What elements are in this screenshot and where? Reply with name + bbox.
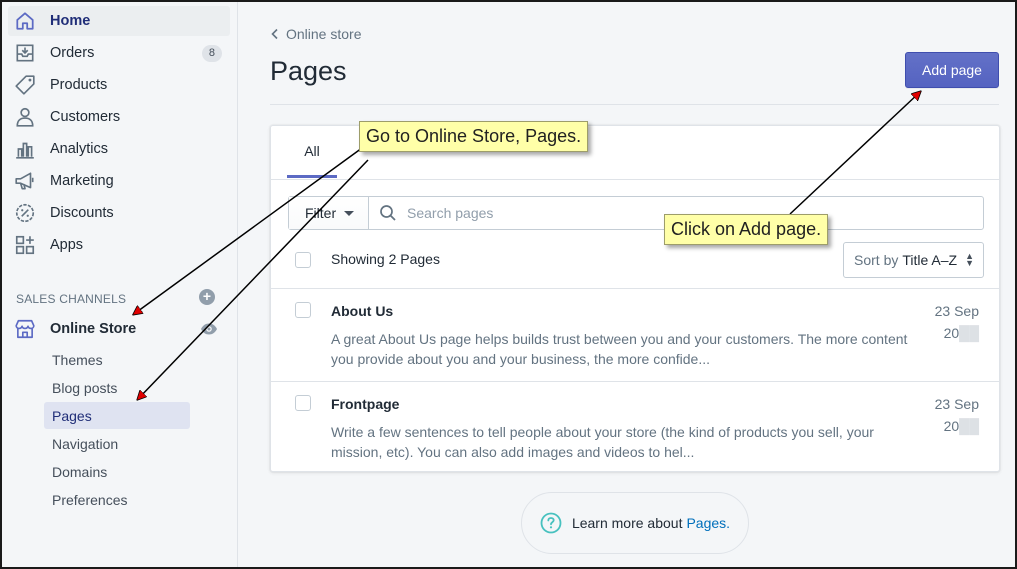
caret-down-icon — [344, 210, 355, 216]
sidebar-subitem-blog-posts[interactable]: Blog posts — [44, 374, 190, 401]
sidebar-item-apps[interactable]: Apps — [8, 230, 230, 260]
sidebar-item-discounts[interactable]: Discounts — [8, 198, 230, 228]
learn-more-pill: Learn more about Pages. — [521, 492, 749, 554]
sidebar-subitem-navigation[interactable]: Navigation — [44, 430, 190, 457]
bar-chart-icon — [14, 138, 36, 160]
view-store-eye-icon[interactable] — [200, 322, 218, 336]
sidebar-item-orders[interactable]: Orders 8 — [8, 38, 230, 68]
sidebar-item-customers[interactable]: Customers — [8, 102, 230, 132]
discount-icon — [14, 202, 36, 224]
orders-count-badge: 8 — [201, 45, 222, 62]
row-description: A great About Us page helps builds trust… — [331, 331, 908, 367]
pages-card: All Filter Showing 2 Pages Sort by Title… — [270, 125, 1000, 472]
sort-select[interactable]: Sort by Title A–Z ▲ ▼ — [843, 242, 984, 278]
row-date: 23 Sep 20██ — [935, 300, 979, 344]
row-date-line2: 20 — [943, 418, 960, 434]
tag-icon — [14, 74, 36, 96]
person-icon — [14, 106, 36, 128]
main-content: Online store Pages Add page All Filter S… — [238, 2, 1015, 567]
row-description: Write a few sentences to tell people abo… — [331, 424, 874, 460]
sidebar-item-label: Apps — [50, 237, 84, 253]
sidebar-item-home[interactable]: Home — [8, 6, 230, 36]
row-title[interactable]: Frontpage — [331, 396, 399, 412]
date-blur: ██ — [959, 325, 979, 341]
sort-arrows-icon: ▲ ▼ — [965, 251, 975, 268]
filter-label: Filter — [305, 205, 337, 221]
sort-value: Title A–Z — [902, 252, 958, 268]
sidebar-item-label: Analytics — [50, 141, 109, 157]
header-divider — [270, 104, 999, 105]
home-icon — [14, 10, 36, 32]
add-page-button[interactable]: Add page — [905, 52, 999, 88]
row-date-line1: 23 Sep — [934, 303, 979, 319]
learn-more-text: Learn more about — [571, 515, 683, 531]
sidebar-subitem-domains[interactable]: Domains — [44, 458, 190, 485]
row-checkbox[interactable] — [295, 302, 311, 318]
sort-prefix: Sort by — [854, 252, 899, 268]
sidebar-item-label: Discounts — [50, 205, 114, 221]
app-window: Home Orders 8 Products Customers Analyti… — [0, 0, 1017, 569]
sidebar-item-label: Home — [50, 13, 91, 29]
store-icon — [14, 318, 36, 340]
sidebar-subitem-pages[interactable]: Pages — [44, 402, 190, 429]
tab-all[interactable]: All — [287, 126, 337, 178]
date-blur: ██ — [959, 418, 979, 434]
learn-more-pages-link[interactable]: Pages. — [686, 515, 730, 531]
sidebar-item-analytics[interactable]: Analytics — [8, 134, 230, 164]
row-title[interactable]: About Us — [331, 303, 393, 319]
showing-count: Showing 2 Pages — [331, 251, 440, 267]
sidebar-item-label: Orders — [50, 45, 95, 61]
sidebar-item-products[interactable]: Products — [8, 70, 230, 100]
filter-search-bar: Filter — [288, 196, 984, 230]
row-date-line2: 20 — [943, 325, 960, 341]
row-date-line1: 23 Sep — [934, 396, 979, 412]
chevron-left-icon — [271, 28, 278, 40]
search-icon — [380, 205, 396, 221]
row-checkbox[interactable] — [295, 395, 311, 411]
sidebar-subitem-preferences[interactable]: Preferences — [44, 486, 190, 513]
select-all-checkbox[interactable] — [295, 252, 311, 268]
apps-icon — [14, 234, 36, 256]
callout-add-page: Click on Add page. — [664, 214, 829, 245]
sidebar-item-label: Marketing — [50, 173, 114, 189]
row-divider — [271, 381, 999, 382]
page-title: Pages — [270, 56, 347, 86]
row-date: 23 Sep 20██ — [935, 393, 979, 437]
orders-icon — [14, 42, 36, 64]
sidebar: Home Orders 8 Products Customers Analyti… — [2, 2, 238, 567]
breadcrumb-label: Online store — [286, 26, 362, 42]
sidebar-item-marketing[interactable]: Marketing — [8, 166, 230, 196]
tab-divider — [271, 179, 999, 180]
help-question-icon — [540, 512, 562, 534]
sidebar-item-online-store[interactable]: Online Store — [8, 314, 230, 344]
filter-button[interactable]: Filter — [289, 197, 369, 229]
breadcrumb[interactable]: Online store — [270, 26, 361, 42]
sidebar-item-label: Online Store — [50, 321, 137, 337]
add-sales-channel-icon[interactable]: + — [199, 289, 215, 305]
megaphone-icon — [14, 170, 36, 192]
sidebar-subitem-themes[interactable]: Themes — [44, 346, 190, 373]
list-divider — [271, 288, 999, 289]
sales-channels-heading: SALES CHANNELS — [16, 292, 127, 306]
sidebar-item-label: Products — [50, 77, 108, 93]
callout-online-store: Go to Online Store, Pages. — [359, 121, 589, 152]
sidebar-item-label: Customers — [50, 109, 121, 125]
